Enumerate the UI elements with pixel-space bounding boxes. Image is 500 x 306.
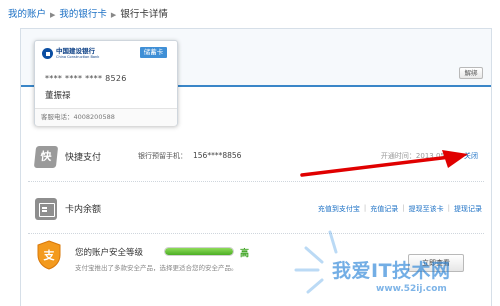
breadcrumb-separator: ▶	[110, 11, 117, 19]
security-level-label: 您的账户安全等级	[75, 248, 144, 258]
alipay-shield-icon: 支	[37, 240, 61, 270]
balance-links: 充值到支付宝 | 充值记录 | 提现至该卡 | 提现记录	[317, 204, 482, 214]
breadcrumb: 我的账户 ▶ 我的银行卡 ▶ 银行卡详情	[8, 6, 168, 20]
bank-name-cn: 中国建设银行	[56, 47, 95, 55]
reserved-phone-label: 银行预留手机：	[138, 152, 187, 160]
recharge-to-alipay-link[interactable]: 充值到支付宝	[318, 204, 360, 214]
security-level-value: 高	[240, 249, 250, 259]
withdraw-records-link[interactable]: 提现记录	[454, 204, 482, 214]
balance-row: 卡内余额 充值到支付宝 | 充值记录 | 提现至该卡 | 提现记录	[28, 186, 484, 234]
unbind-button[interactable]: 解绑	[459, 67, 483, 79]
security-description: 支付宝推出了多款安全产品，选择更适合您的安全产品。	[75, 264, 238, 272]
express-pay-title: 快捷支付	[65, 153, 102, 163]
svg-text:支: 支	[43, 248, 56, 262]
card-type-badge: 储蓄卡	[140, 47, 167, 58]
express-pay-icon: 快	[33, 146, 59, 168]
breadcrumb-separator: ▶	[50, 11, 56, 19]
card-holder-name: 董振禄	[45, 91, 71, 101]
red-arrow-annotation	[300, 150, 468, 177]
security-level-fill	[165, 248, 233, 255]
withdraw-to-card-link[interactable]: 提现至该卡	[409, 204, 444, 214]
recharge-records-link[interactable]: 充值记录	[370, 204, 398, 214]
breadcrumb-my-account[interactable]: 我的账户	[8, 9, 46, 20]
bank-logo: 中国建设银行 China Construction Bank	[42, 48, 99, 59]
bank-name-en: China Construction Bank	[56, 54, 100, 59]
security-level-bar	[164, 247, 234, 256]
balance-title: 卡内余额	[65, 205, 102, 215]
breadcrumb-my-bank-cards[interactable]: 我的银行卡	[59, 9, 107, 20]
service-phone: 客服电话：4008200588	[35, 108, 177, 126]
ccb-logo-icon	[42, 48, 53, 59]
bank-card: 中国建设银行 China Construction Bank 储蓄卡 **** …	[34, 40, 178, 126]
wallet-icon	[35, 198, 57, 220]
breadcrumb-current-page: 银行卡详情	[120, 9, 168, 20]
security-row: 支 您的账户安全等级 高 支付宝推出了多款安全产品，选择更适合您的安全产品。 立…	[28, 236, 484, 276]
card-number: **** **** **** 8526	[45, 74, 127, 83]
reserved-phone-value: 156****8856	[193, 151, 242, 160]
view-now-button[interactable]: 立即查看	[408, 254, 464, 272]
